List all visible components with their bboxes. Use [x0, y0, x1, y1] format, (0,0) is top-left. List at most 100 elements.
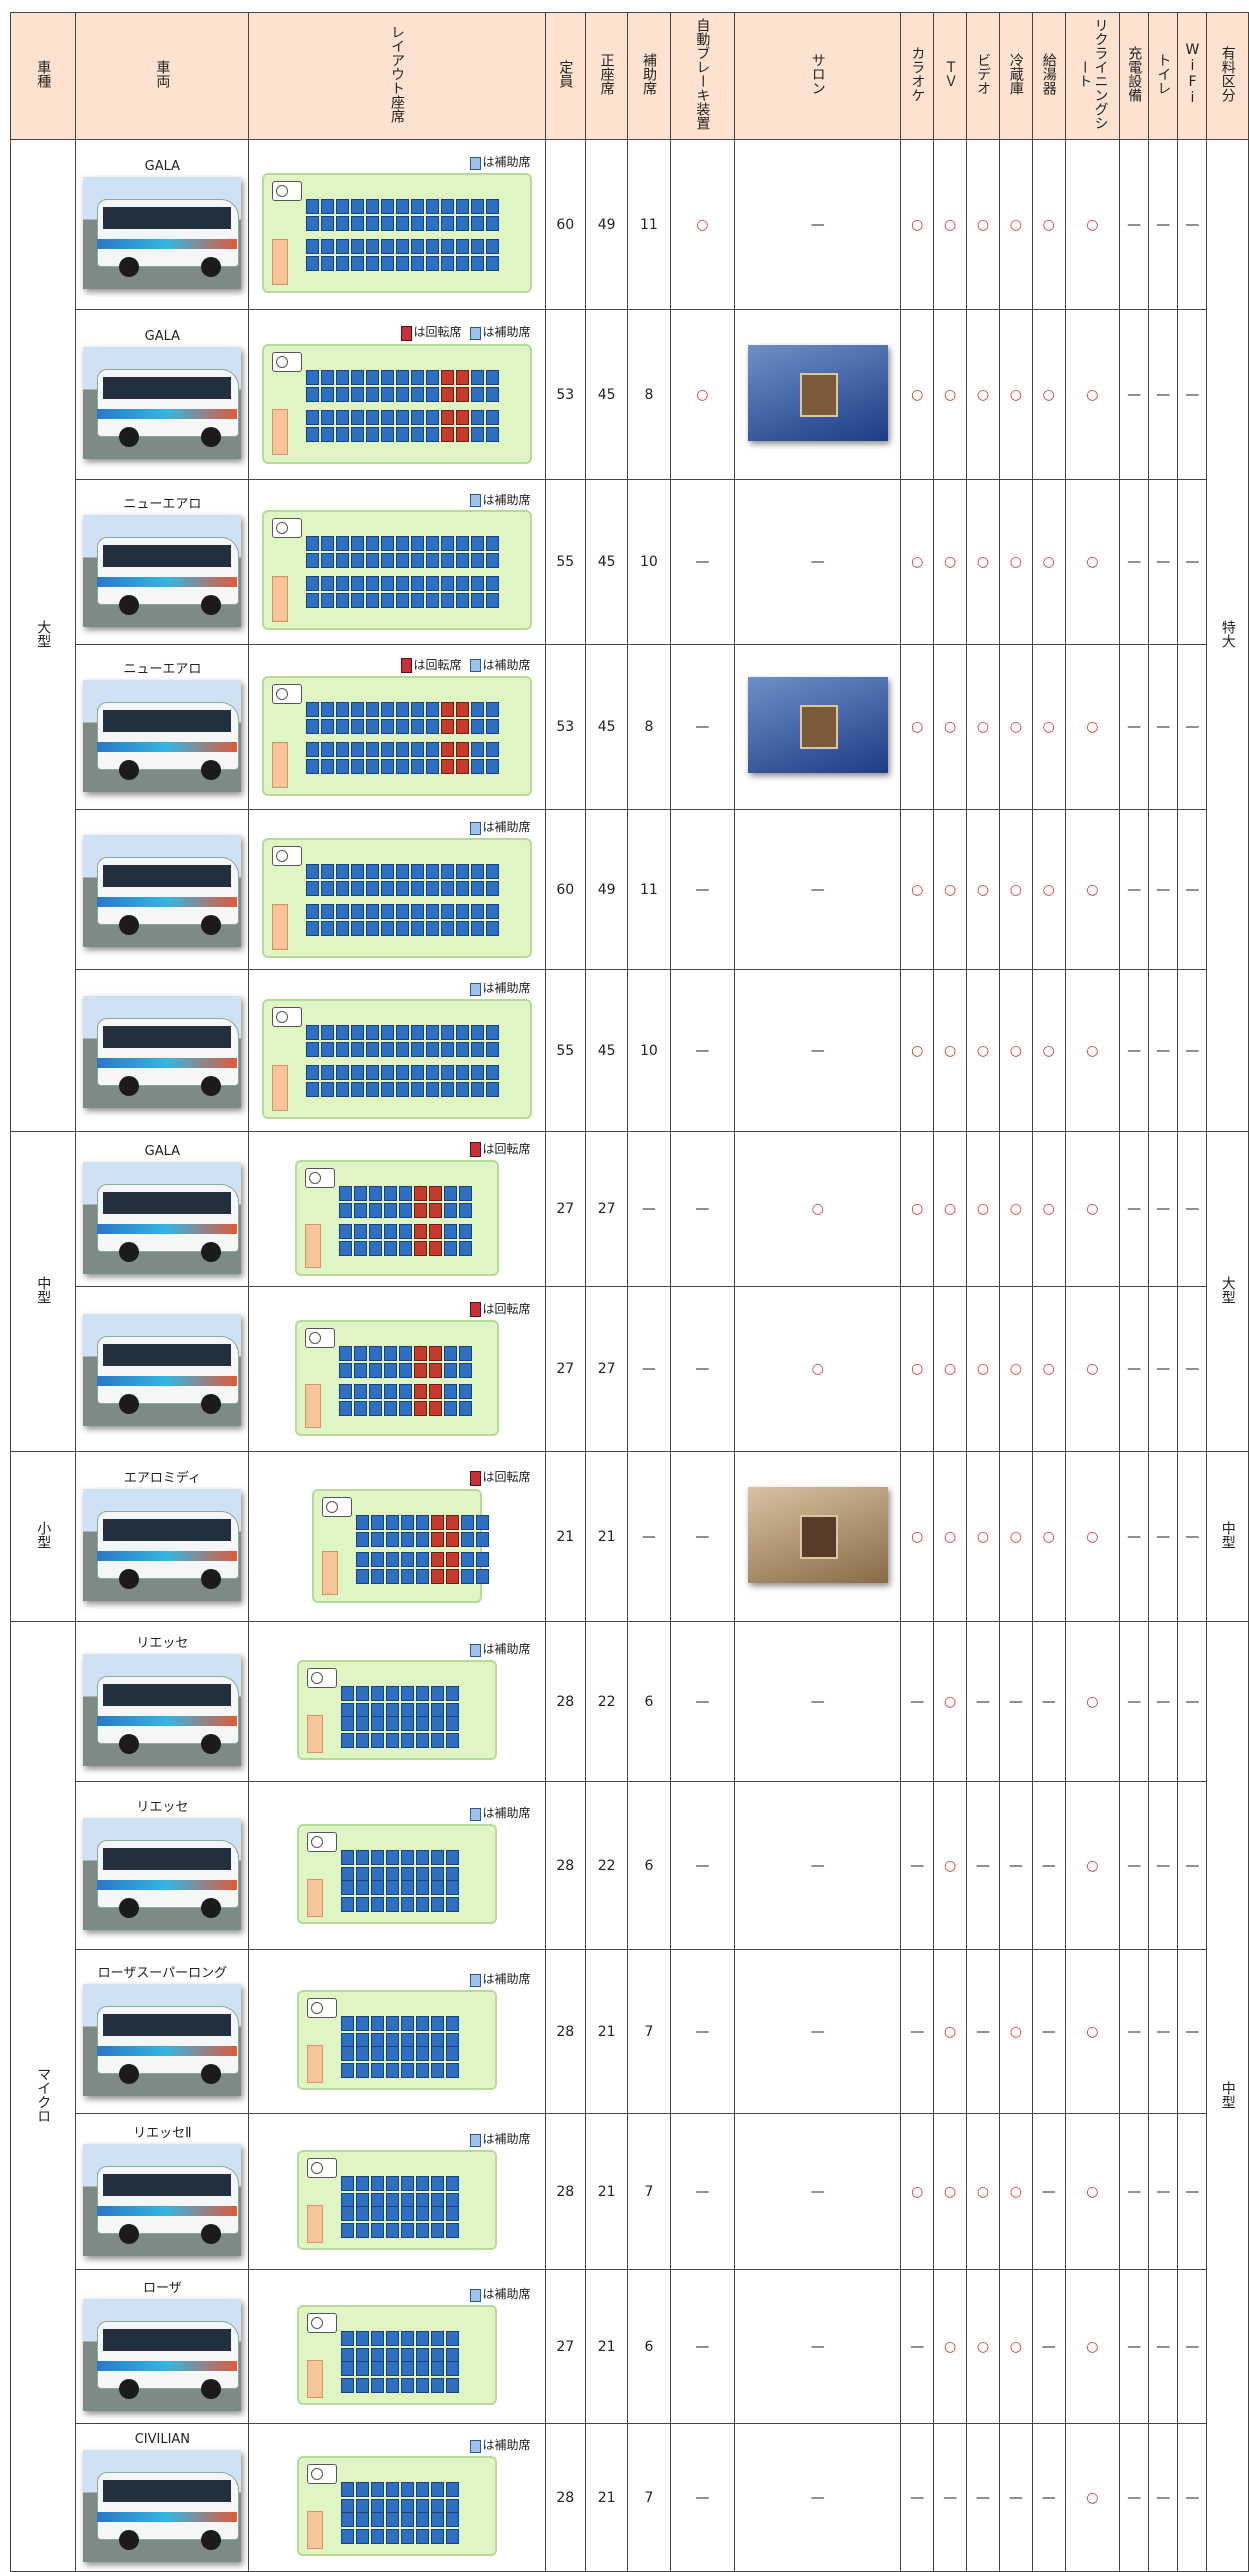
charging-cell[interactable]: — — [1119, 644, 1150, 811]
regular-seats-cell[interactable]: 21 — [584, 2269, 629, 2425]
seat[interactable] — [335, 1041, 349, 1057]
capacity-cell[interactable]: 28 — [544, 2423, 586, 2572]
seat[interactable] — [385, 1849, 399, 1865]
seat[interactable] — [455, 553, 469, 569]
entrance-steps[interactable] — [306, 2204, 323, 2244]
seat[interactable] — [455, 409, 469, 425]
seat[interactable] — [425, 1064, 439, 1080]
driver-seat-icon[interactable] — [271, 180, 302, 201]
seat[interactable] — [340, 1715, 354, 1731]
seat-block[interactable] — [340, 2511, 459, 2544]
seat[interactable] — [443, 1203, 457, 1219]
seat[interactable] — [395, 576, 409, 592]
seat[interactable] — [355, 1568, 369, 1584]
seat[interactable] — [410, 255, 424, 271]
seat-plan[interactable] — [296, 1989, 497, 2090]
seat[interactable] — [350, 719, 364, 735]
seat[interactable] — [445, 1685, 459, 1701]
seat[interactable] — [455, 759, 469, 775]
seat[interactable] — [440, 593, 454, 609]
seat[interactable] — [380, 702, 394, 718]
water-heater-cell[interactable]: — — [1031, 1621, 1066, 1783]
seat-layout[interactable]: は補助席 — [249, 1642, 544, 1760]
seat-plan[interactable] — [294, 1160, 499, 1277]
water-heater-cell[interactable]: ○ — [1031, 809, 1066, 971]
seat-plan[interactable] — [296, 1823, 497, 1924]
seat[interactable] — [370, 2015, 384, 2031]
seat[interactable] — [443, 1384, 457, 1400]
regular-seats-cell[interactable]: 49 — [584, 809, 629, 971]
table-row[interactable]: ニューエアロ は補助席 55 45 10— — ○ ○ ○ ○ ○ ○ — — — — [11, 479, 1249, 646]
seat-plan[interactable] — [296, 2149, 497, 2250]
rotating-seat-icon[interactable] — [469, 1142, 481, 1158]
fridge-cell[interactable]: ○ — [998, 1286, 1033, 1453]
rotating-seat-legend[interactable]: は回転席 — [469, 1142, 531, 1158]
wifi-cell[interactable]: — — [1177, 479, 1208, 646]
seat[interactable] — [470, 536, 484, 552]
seat[interactable] — [350, 1064, 364, 1080]
seat[interactable] — [385, 1514, 399, 1530]
seat[interactable] — [430, 1879, 444, 1895]
seat[interactable] — [305, 742, 319, 758]
seat[interactable] — [410, 742, 424, 758]
vehicle[interactable]: リエッセⅡ — [76, 2126, 248, 2257]
toilet-cell[interactable]: — — [1148, 809, 1179, 971]
seat[interactable] — [370, 2222, 384, 2238]
seat[interactable] — [475, 1568, 489, 1584]
seat[interactable] — [365, 880, 379, 896]
aux-seats-cell[interactable]: 10 — [627, 479, 671, 646]
seat[interactable] — [415, 2222, 429, 2238]
seat-legend[interactable]: は回転席 は補助席 — [400, 325, 531, 341]
driver-seat-icon[interactable] — [306, 2463, 337, 2484]
seat[interactable] — [398, 1224, 412, 1240]
seat[interactable] — [370, 1715, 384, 1731]
seat[interactable] — [410, 576, 424, 592]
seat[interactable] — [350, 409, 364, 425]
seat[interactable] — [430, 1551, 444, 1567]
seat[interactable] — [415, 2330, 429, 2346]
seat[interactable] — [440, 880, 454, 896]
seat[interactable] — [335, 920, 349, 936]
seat[interactable] — [445, 1732, 459, 1748]
vehicle-cell[interactable]: エアロミディ — [75, 1451, 250, 1623]
charging-cell[interactable]: — — [1119, 1131, 1150, 1288]
seat-layout[interactable]: は補助席 — [249, 155, 544, 293]
seat-legend[interactable]: は補助席 — [469, 2132, 531, 2147]
seat[interactable] — [455, 536, 469, 552]
seat[interactable] — [355, 1849, 369, 1865]
toilet-cell[interactable]: — — [1148, 969, 1179, 1133]
table-row[interactable]: は補助席 60 49 11— — ○ ○ ○ ○ ○ ○ — — — — [11, 809, 1249, 971]
seat[interactable] — [380, 880, 394, 896]
seat[interactable] — [395, 880, 409, 896]
seat[interactable] — [470, 702, 484, 718]
seat[interactable] — [335, 409, 349, 425]
vehicle-name[interactable]: エアロミディ — [124, 1471, 201, 1487]
rotating-seat-legend[interactable]: は回転席 — [469, 1302, 531, 1318]
table-row[interactable]: ローザ は補助席 27 21 6— — — ○ ○ ○ — ○ — — — — [11, 2269, 1249, 2425]
seat[interactable] — [475, 1514, 489, 1530]
toilet-cell[interactable]: — — [1148, 2113, 1179, 2271]
seat[interactable] — [485, 903, 499, 919]
driver-seat-icon[interactable] — [304, 1328, 335, 1349]
seat[interactable] — [415, 2205, 429, 2221]
seat[interactable] — [350, 1041, 364, 1057]
vehicle-category[interactable]: 大型 — [9, 139, 77, 1133]
seat[interactable] — [385, 1568, 399, 1584]
seat[interactable] — [350, 880, 364, 896]
entrance-steps[interactable] — [306, 2510, 323, 2550]
seat[interactable] — [455, 386, 469, 402]
seat[interactable] — [425, 903, 439, 919]
seat[interactable] — [340, 1849, 354, 1865]
aux-seat-legend[interactable]: は補助席 — [469, 493, 531, 508]
seat[interactable] — [355, 1685, 369, 1701]
aux-seat-icon[interactable] — [469, 326, 481, 340]
seat-block[interactable] — [305, 742, 499, 775]
seat[interactable] — [430, 1568, 444, 1584]
toilet-cell[interactable]: — — [1148, 1781, 1179, 1951]
aux-seat-legend[interactable]: は補助席 — [469, 658, 531, 673]
seat-legend[interactable]: は補助席 — [469, 1806, 531, 1821]
capacity-cell[interactable]: 28 — [544, 1621, 586, 1783]
vehicle-name[interactable]: リエッセ — [136, 1800, 188, 1816]
seat[interactable] — [485, 238, 499, 254]
salon-photo[interactable] — [747, 344, 888, 441]
